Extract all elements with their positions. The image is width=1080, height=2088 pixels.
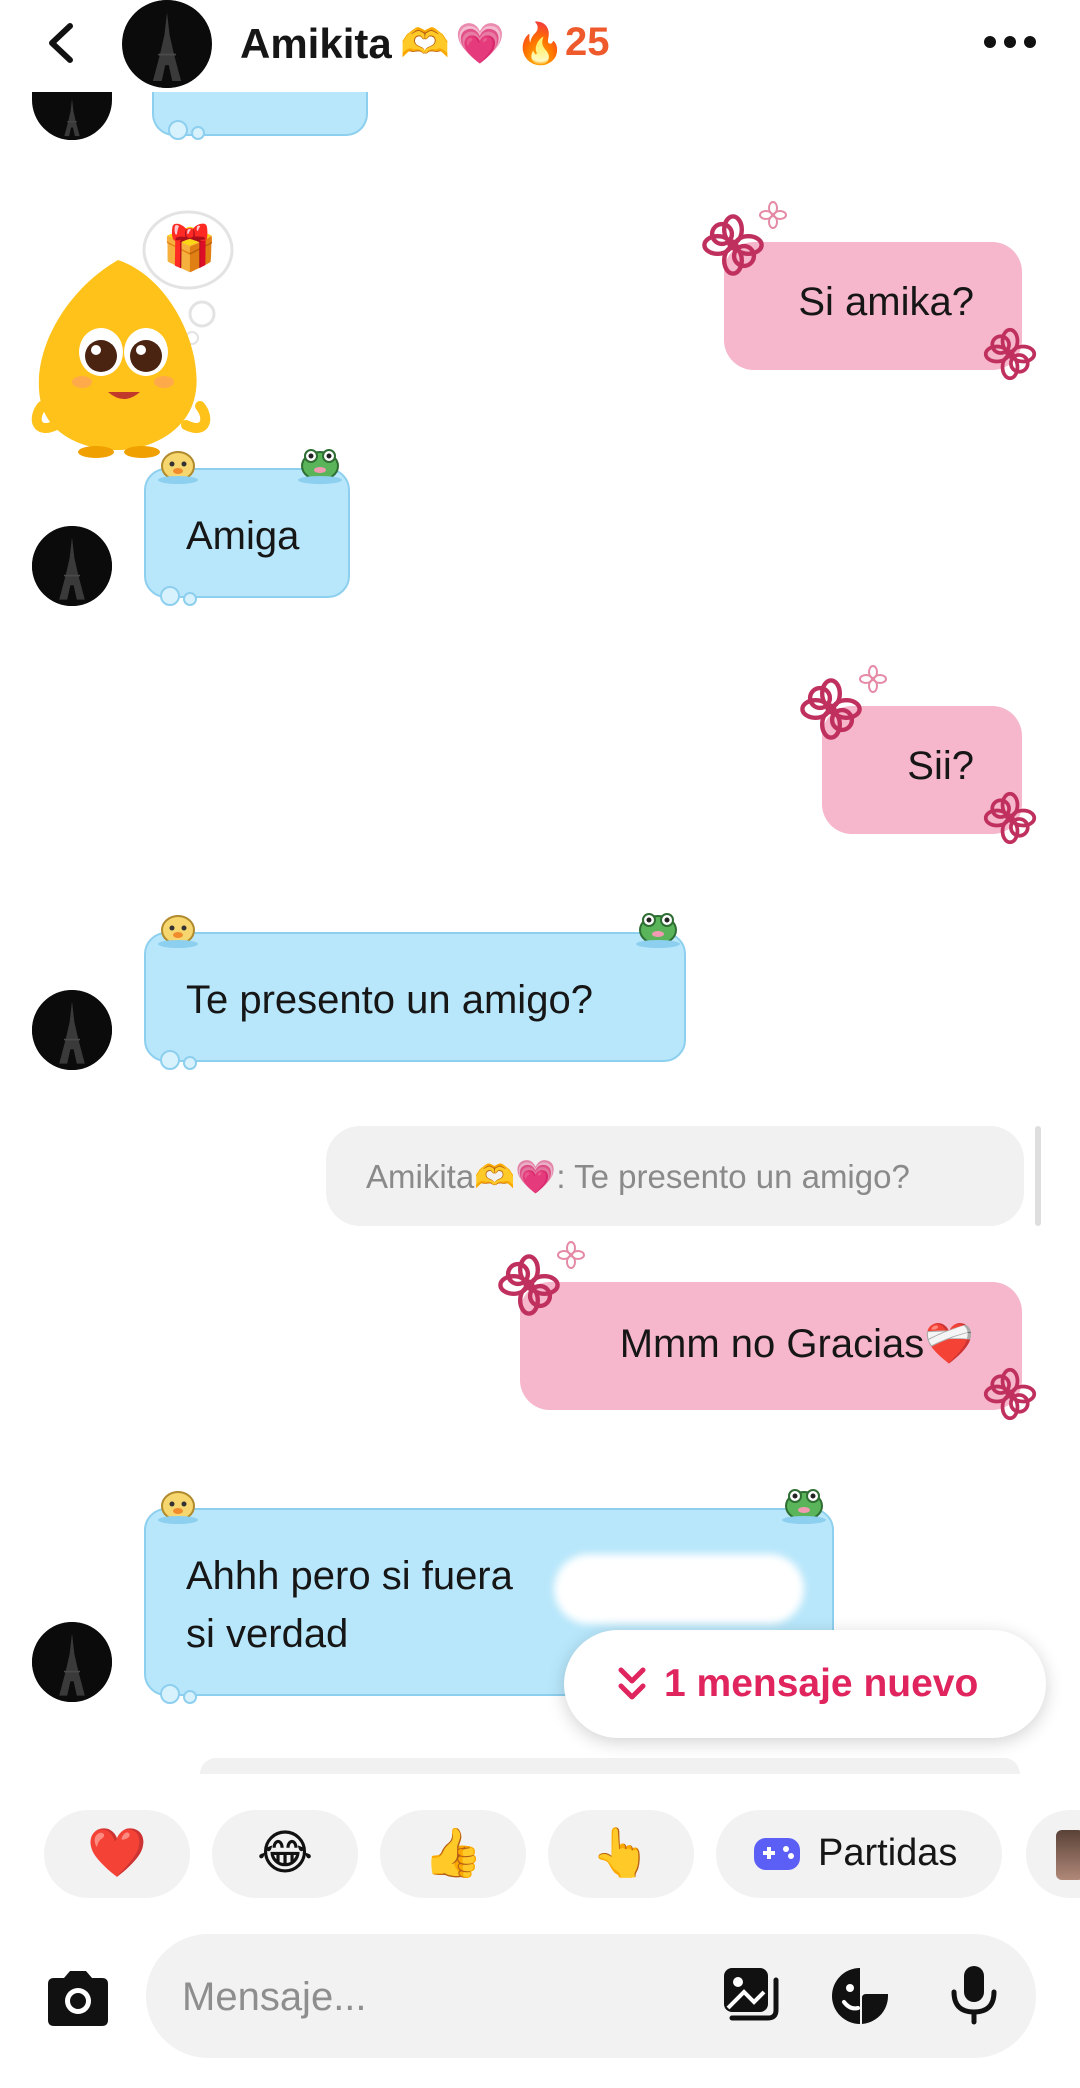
frog-sticker-icon <box>780 1484 828 1524</box>
duck-sticker-icon <box>156 446 200 484</box>
gift-icon: 🎁 <box>162 224 217 273</box>
message-bubble-partial <box>152 92 368 136</box>
thumbs-up-icon: 👍 <box>423 1827 483 1880</box>
message-input-container[interactable] <box>146 1934 1036 2058</box>
more-horizontal-icon[interactable] <box>980 30 1040 54</box>
frog-sticker-icon <box>296 444 344 484</box>
flower-icon <box>700 212 766 278</box>
contact-avatar[interactable] <box>32 1622 112 1702</box>
flower-icon <box>982 326 1038 382</box>
flower-icon <box>798 676 864 742</box>
divider <box>0 1774 1080 1794</box>
quick-reaction-point[interactable]: 👆 <box>548 1810 694 1898</box>
bubbles-decoration <box>158 584 206 608</box>
quick-reaction-laugh[interactable]: 😂 <box>212 1810 358 1898</box>
frog-sticker-icon <box>634 908 682 948</box>
new-message-label: 1 mensaje nuevo <box>664 1662 979 1705</box>
quick-reaction-photo[interactable] <box>1026 1810 1080 1898</box>
message-text: Mmm no Gracias❤️‍🩹 <box>619 1322 974 1366</box>
message-text: Amiga <box>186 514 300 558</box>
reply-quote-bar <box>1035 1126 1041 1226</box>
contact-name[interactable]: Amikita <box>240 20 392 68</box>
microphone-icon[interactable] <box>942 1962 1006 2026</box>
message-text: Sii? <box>907 744 974 788</box>
camera-icon[interactable] <box>42 1968 114 2028</box>
chevron-left-icon[interactable] <box>40 18 84 68</box>
duck-sticker-icon <box>156 1486 200 1524</box>
small-flower-icon <box>758 200 788 230</box>
chevrons-down-icon <box>618 1667 646 1700</box>
contact-avatar[interactable] <box>32 990 112 1070</box>
message-input[interactable] <box>180 1964 704 2030</box>
photo-thumbnail <box>1056 1830 1080 1880</box>
message-bubble-partial <box>200 1758 1020 1774</box>
redacted-blur <box>554 1554 804 1624</box>
new-message-button[interactable]: 1 mensaje nuevo <box>564 1630 1046 1738</box>
small-flower-icon <box>556 1240 586 1270</box>
bubbles-decoration <box>158 1682 206 1706</box>
laughing-face-icon: 😂 <box>256 1827 314 1880</box>
flower-icon <box>982 1366 1038 1422</box>
gamepad-icon <box>754 1838 800 1870</box>
pointing-up-icon: 👆 <box>591 1827 651 1880</box>
received-message[interactable]: Amiga <box>144 468 350 598</box>
gallery-icon[interactable] <box>718 1964 782 2028</box>
quoted-text: Amikita🫶💗: Te presento un amigo? <box>366 1158 910 1195</box>
message-text: Si amika? <box>798 280 974 324</box>
bubbles-decoration <box>158 1048 206 1072</box>
small-flower-icon <box>858 664 888 694</box>
contact-avatar[interactable] <box>122 0 212 88</box>
sent-message[interactable]: Si amika? <box>724 242 1022 370</box>
games-button[interactable]: Partidas <box>716 1810 1002 1898</box>
message-text-line1: Ahhh pero si fuera <box>186 1554 513 1598</box>
message-text: Te presento un amigo? <box>186 978 593 1022</box>
streak-count: 25 <box>565 20 610 64</box>
reply-quote[interactable]: Amikita🫶💗: Te presento un amigo? <box>326 1126 1024 1226</box>
received-message[interactable]: Te presento un amigo? <box>144 932 686 1062</box>
duck-sticker-icon <box>156 910 200 948</box>
flower-icon <box>496 1252 562 1318</box>
fire-icon: 🔥 <box>515 22 565 66</box>
message-text-line2: si verdad <box>186 1612 349 1656</box>
gift-sticker[interactable]: 🎁 <box>26 210 236 460</box>
games-label: Partidas <box>818 1832 958 1874</box>
sent-message[interactable]: Mmm no Gracias❤️‍🩹 <box>520 1282 1022 1410</box>
heart-hands-emoji: 🫶 <box>400 22 450 66</box>
contact-avatar[interactable] <box>32 526 112 606</box>
pink-heart-emoji: 💗 <box>455 22 505 66</box>
heart-icon: ❤️ <box>87 1827 147 1880</box>
flower-icon <box>982 790 1038 846</box>
quick-reaction-heart[interactable]: ❤️ <box>44 1810 190 1898</box>
quick-reaction-thumbs-up[interactable]: 👍 <box>380 1810 526 1898</box>
chat-header: Amikita 🫶 💗 🔥 25 <box>0 0 1080 92</box>
contact-avatar <box>32 92 112 140</box>
sticker-icon[interactable] <box>828 1964 892 2028</box>
